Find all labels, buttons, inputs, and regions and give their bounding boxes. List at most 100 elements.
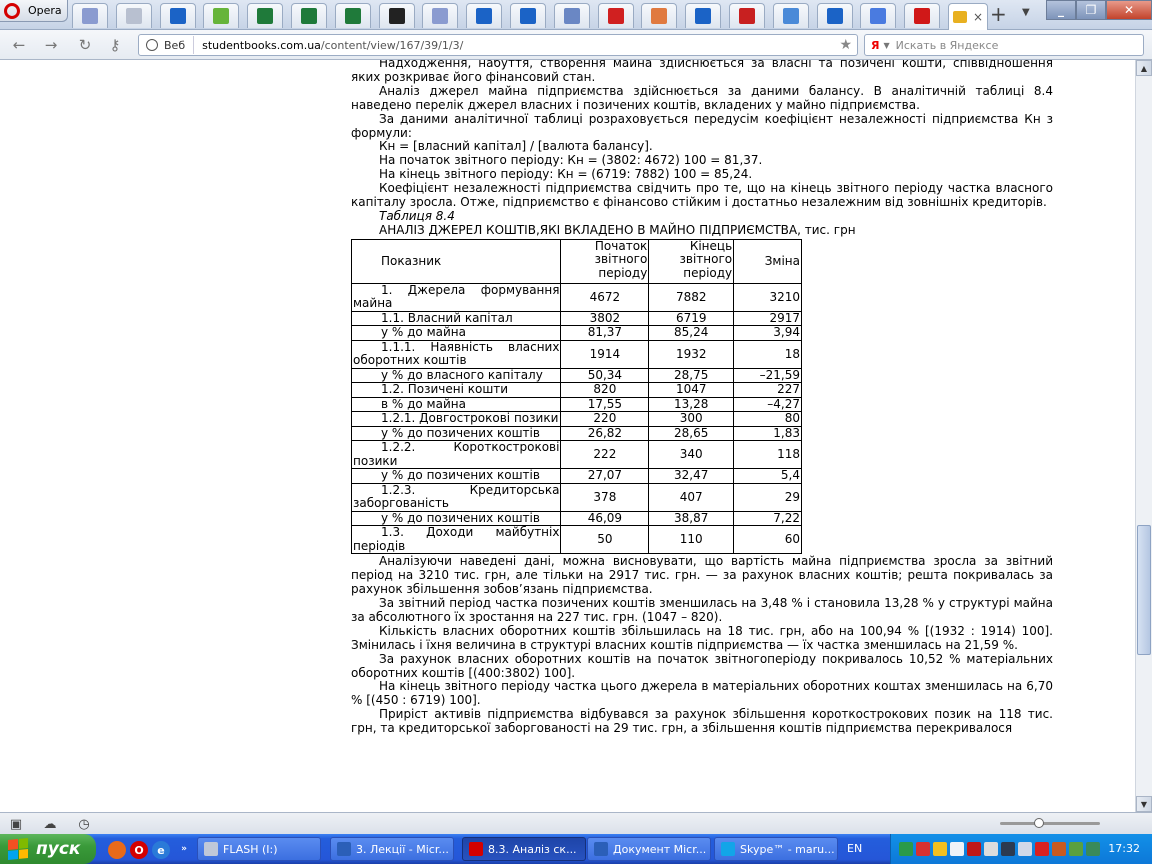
forward-arrow-icon[interactable]: → — [42, 36, 60, 54]
tab-2[interactable] — [159, 3, 196, 28]
tab-close-icon[interactable]: × — [973, 10, 983, 24]
tray-app-icon[interactable] — [1035, 842, 1049, 856]
url-text[interactable]: studentbooks.com.ua/content/view/167/39/… — [202, 39, 463, 52]
table-row: у % до позичених коштів 27,07 32,47 5,4 — [350, 468, 802, 484]
chart-icon — [651, 8, 668, 24]
table-row-label: у % до позичених коштів — [350, 468, 562, 484]
table-row-label: 1.3. Доходи майбутніх періодів — [350, 525, 562, 555]
search-field[interactable]: Я ▼ Искать в Яндексе — [864, 34, 1144, 56]
table-cell: 7,22 — [733, 510, 802, 527]
tab-7[interactable] — [378, 3, 415, 28]
tray-app-icon[interactable] — [899, 842, 913, 856]
tab-18[interactable] — [860, 3, 897, 28]
zoom-slider[interactable] — [1000, 818, 1100, 828]
table-cell: 60 — [733, 525, 802, 555]
tab-1[interactable] — [115, 3, 152, 28]
tab-14[interactable] — [685, 3, 722, 28]
tray-flash-icon[interactable] — [967, 842, 981, 856]
opera-icon[interactable]: O — [130, 841, 148, 859]
bookmark-star-icon[interactable]: ★ — [839, 37, 852, 53]
scroll-down-arrow-icon[interactable]: ▼ — [1136, 796, 1152, 812]
scrollbar-thumb[interactable] — [1137, 525, 1151, 655]
tab-12[interactable] — [597, 3, 634, 28]
opera-menu-button[interactable]: Opera — [0, 0, 68, 22]
clock[interactable]: 17:32 — [1108, 842, 1140, 855]
navigation-bar: ← → ↻ ⚷ Веб studentbooks.com.ua/content/… — [0, 30, 1152, 60]
speed-dial-icon[interactable]: ◷ — [76, 816, 92, 832]
vertical-scrollbar[interactable]: ▲ ▼ — [1135, 60, 1152, 812]
tray-app-icon[interactable] — [1086, 842, 1100, 856]
tab-6[interactable] — [334, 3, 371, 28]
maximize-button[interactable]: ❐ — [1076, 0, 1106, 20]
table-row-label: 1. Джерела формування майна — [350, 282, 562, 312]
key-icon[interactable]: ⚷ — [106, 36, 124, 54]
panel-toggle-icon[interactable]: ▣ — [8, 816, 24, 832]
reload-icon[interactable]: ↻ — [76, 36, 94, 54]
table-cell: 118 — [733, 440, 802, 470]
table-row: 1.1.1. Наявність власних оборотних кошті… — [350, 339, 802, 369]
tab-16[interactable] — [772, 3, 809, 28]
address-field[interactable]: Веб studentbooks.com.ua/content/view/167… — [138, 34, 858, 56]
table-cell: –21,59 — [733, 367, 802, 384]
cloud-icon[interactable]: ☁ — [42, 816, 58, 832]
tray-volume-icon[interactable] — [1018, 842, 1032, 856]
tray-network-icon[interactable] — [1001, 842, 1015, 856]
tab-9[interactable] — [466, 3, 503, 28]
tab-13[interactable] — [641, 3, 678, 28]
taskbar-window-button[interactable]: 8.3. Аналіз ск... — [462, 837, 586, 861]
tray-security-icon[interactable] — [950, 842, 964, 856]
table-cell: 28,65 — [648, 425, 735, 442]
tray-antivirus-icon[interactable] — [916, 842, 930, 856]
tab-active[interactable]: × — [948, 3, 988, 30]
taskbar-window-button[interactable]: Skype™ - maru... — [714, 837, 838, 861]
table-header-cell: Показник — [350, 238, 562, 284]
search-engine-chevron-icon[interactable]: ▼ — [883, 41, 889, 50]
tray-app-icon[interactable] — [1069, 842, 1083, 856]
close-window-button[interactable]: ✕ — [1106, 0, 1152, 20]
google-icon — [870, 8, 887, 24]
tab-15[interactable] — [729, 3, 765, 28]
tab-8[interactable] — [422, 3, 459, 28]
new-tab-button[interactable]: + — [990, 4, 1007, 24]
tab-3[interactable] — [203, 3, 240, 28]
table-cell: 340 — [648, 440, 735, 470]
table-cell: –4,27 — [733, 396, 802, 413]
paragraph: Надходження, набуття, створення майна зд… — [351, 60, 1053, 84]
tab-5[interactable] — [291, 3, 327, 28]
minimize-button[interactable]: _ — [1046, 0, 1076, 20]
graduation-cap-icon — [952, 11, 967, 23]
quick-launch-more-icon[interactable]: » — [178, 843, 190, 855]
address-badge[interactable]: Веб — [142, 36, 195, 54]
table-row-label: 1.2. Позичені кошти — [350, 382, 562, 398]
start-button[interactable]: пуск — [0, 834, 96, 864]
table-cell: 110 — [648, 525, 735, 555]
table-cell: 27,07 — [560, 468, 650, 484]
tab-0[interactable] — [72, 3, 108, 28]
tray-app-icon[interactable] — [1052, 842, 1066, 856]
scroll-up-arrow-icon[interactable]: ▲ — [1136, 60, 1152, 76]
table-cell: 1047 — [648, 382, 735, 398]
table-cell: 81,37 — [560, 325, 650, 341]
taskbar-window-button[interactable]: Документ Micr... — [587, 837, 711, 861]
taskbar-window-button[interactable]: FLASH (I:) — [197, 837, 321, 861]
tab-list-chevron-icon[interactable]: ▼ — [1022, 7, 1030, 18]
firefox-icon[interactable] — [108, 841, 126, 859]
back-arrow-icon[interactable]: ← — [10, 36, 28, 54]
paragraphs-bottom: Аналізуючи наведені дані, можна висновув… — [351, 554, 1053, 736]
tab-4[interactable] — [247, 3, 284, 28]
zoom-slider-knob[interactable] — [1034, 818, 1044, 828]
taskbar-window-button[interactable]: 3. Лекції - Micr... — [330, 837, 454, 861]
internet-explorer-icon[interactable]: e — [152, 841, 170, 859]
language-indicator[interactable]: EN — [847, 842, 862, 855]
table-header-cell: Зміна — [733, 238, 802, 284]
tab-11[interactable] — [553, 3, 590, 28]
url-host: studentbooks.com.ua — [202, 38, 321, 52]
tab-19[interactable] — [904, 3, 941, 28]
yandex-logo-icon: Я — [871, 38, 880, 52]
tray-shield-icon[interactable] — [933, 842, 947, 856]
table-row: 1.2.1. Довгострокові позики 220 300 80 — [350, 411, 802, 427]
tray-app-icon[interactable] — [984, 842, 998, 856]
table-cell: 300 — [648, 411, 735, 427]
tab-17[interactable] — [816, 3, 853, 28]
tab-10[interactable] — [510, 3, 546, 28]
